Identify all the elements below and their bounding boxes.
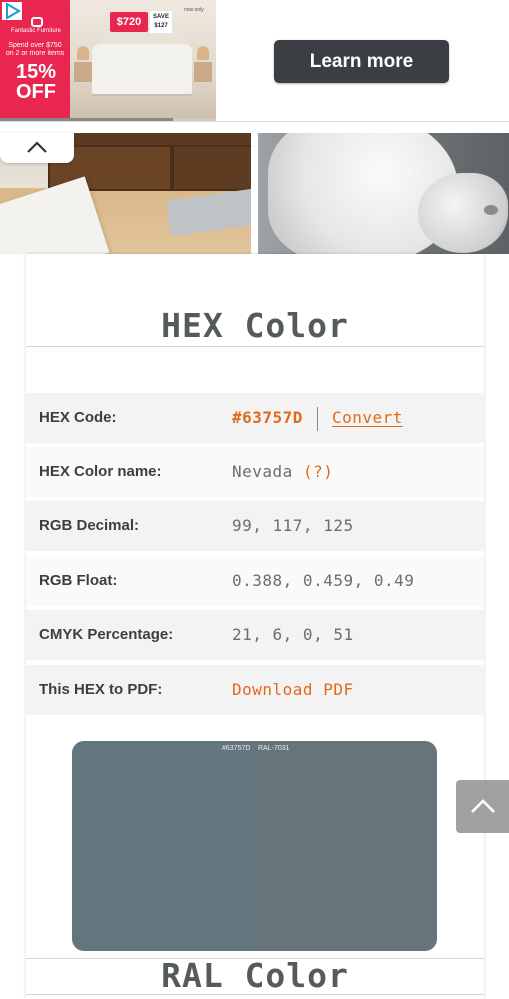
convert-link[interactable]: Convert [332, 408, 403, 427]
row-cmyk: CMYK Percentage: 21, 6, 0, 51 [26, 610, 484, 660]
scroll-to-top-button[interactable] [456, 780, 509, 833]
ral-swatch [254, 741, 437, 951]
wooden-drawer [172, 145, 251, 191]
row-label: RGB Decimal: [39, 517, 140, 534]
save-amount: $127 [154, 23, 168, 29]
bedside-table [74, 62, 92, 82]
save-label: SAVE [153, 14, 169, 20]
divider [26, 346, 484, 347]
chevron-up-icon [471, 799, 495, 813]
hex-swatch [72, 741, 255, 951]
rgb-float-value: 0.388, 0.459, 0.49 [232, 571, 415, 590]
row-label: RGB Float: [39, 572, 118, 589]
sofa-logo-icon [31, 17, 43, 27]
row-label: This HEX to PDF: [39, 681, 163, 698]
row-rgb-float: RGB Float: 0.388, 0.459, 0.49 [26, 556, 484, 606]
ad-offer-text: Spend over $750 on 2 or more items [5, 42, 65, 57]
ad-brand: Fantastic Furniture [10, 28, 62, 34]
separator [316, 406, 318, 431]
lamp-icon [77, 46, 89, 60]
cmyk-value: 21, 6, 0, 51 [232, 625, 354, 644]
row-label: CMYK Percentage: [39, 626, 174, 643]
ad-progress-bar [0, 118, 216, 121]
divider [26, 994, 484, 995]
drawer-top [48, 133, 251, 145]
chevron-up-icon [27, 141, 47, 153]
ad-progress-fill [0, 118, 173, 121]
row-label: HEX Code: [39, 409, 117, 426]
price-prefix: now only [184, 7, 204, 13]
section-title: RAL Color [161, 956, 349, 995]
row-label: HEX Color name: [39, 463, 162, 480]
row-pdf: This HEX to PDF: Download PDF [26, 665, 484, 715]
row-value: Nevada (?) [232, 447, 333, 497]
ad-save-badge: SAVE $127 [149, 10, 173, 34]
row-rgb-decimal: RGB Decimal: 99, 117, 125 [26, 501, 484, 551]
swatch-hex-label: #63757D [222, 745, 251, 752]
collapse-ad-button[interactable] [0, 133, 74, 163]
swatch-ral-label: RAL-7031 [258, 745, 290, 752]
ad-choices-icon[interactable] [2, 2, 22, 20]
bed [92, 44, 192, 94]
learn-more-button[interactable]: Learn more [274, 40, 449, 83]
section-title: HEX Color [161, 306, 349, 345]
row-color-name: HEX Color name: Nevada (?) [26, 447, 484, 497]
tablet [166, 185, 251, 237]
color-name-help-link[interactable]: (?) [303, 462, 333, 481]
row-value: #63757D Convert [232, 393, 403, 443]
color-comparison-swatch: #63757D RAL-7031 [72, 741, 437, 951]
horse-statue-photo[interactable] [258, 133, 509, 254]
ad-discount: 15% OFF [15, 61, 57, 103]
bedside-table [194, 62, 212, 82]
color-name-value: Nevada [232, 462, 293, 481]
rgb-decimal-value: 99, 117, 125 [232, 516, 354, 535]
download-pdf-link[interactable]: Download PDF [232, 665, 354, 715]
ad-banner[interactable]: Fantastic Furniture Spend over $750 on 2… [0, 0, 509, 122]
ad-price: $720 [110, 12, 148, 32]
ad-creative[interactable]: Fantastic Furniture Spend over $750 on 2… [0, 0, 216, 120]
hex-color-card: HEX Color HEX Code: #63757D Convert HEX C… [26, 254, 484, 999]
row-hex-code: HEX Code: #63757D Convert [26, 393, 484, 443]
horse-nostril [484, 205, 498, 215]
lamp-icon [197, 46, 209, 60]
hex-code-value: #63757D [232, 408, 303, 427]
